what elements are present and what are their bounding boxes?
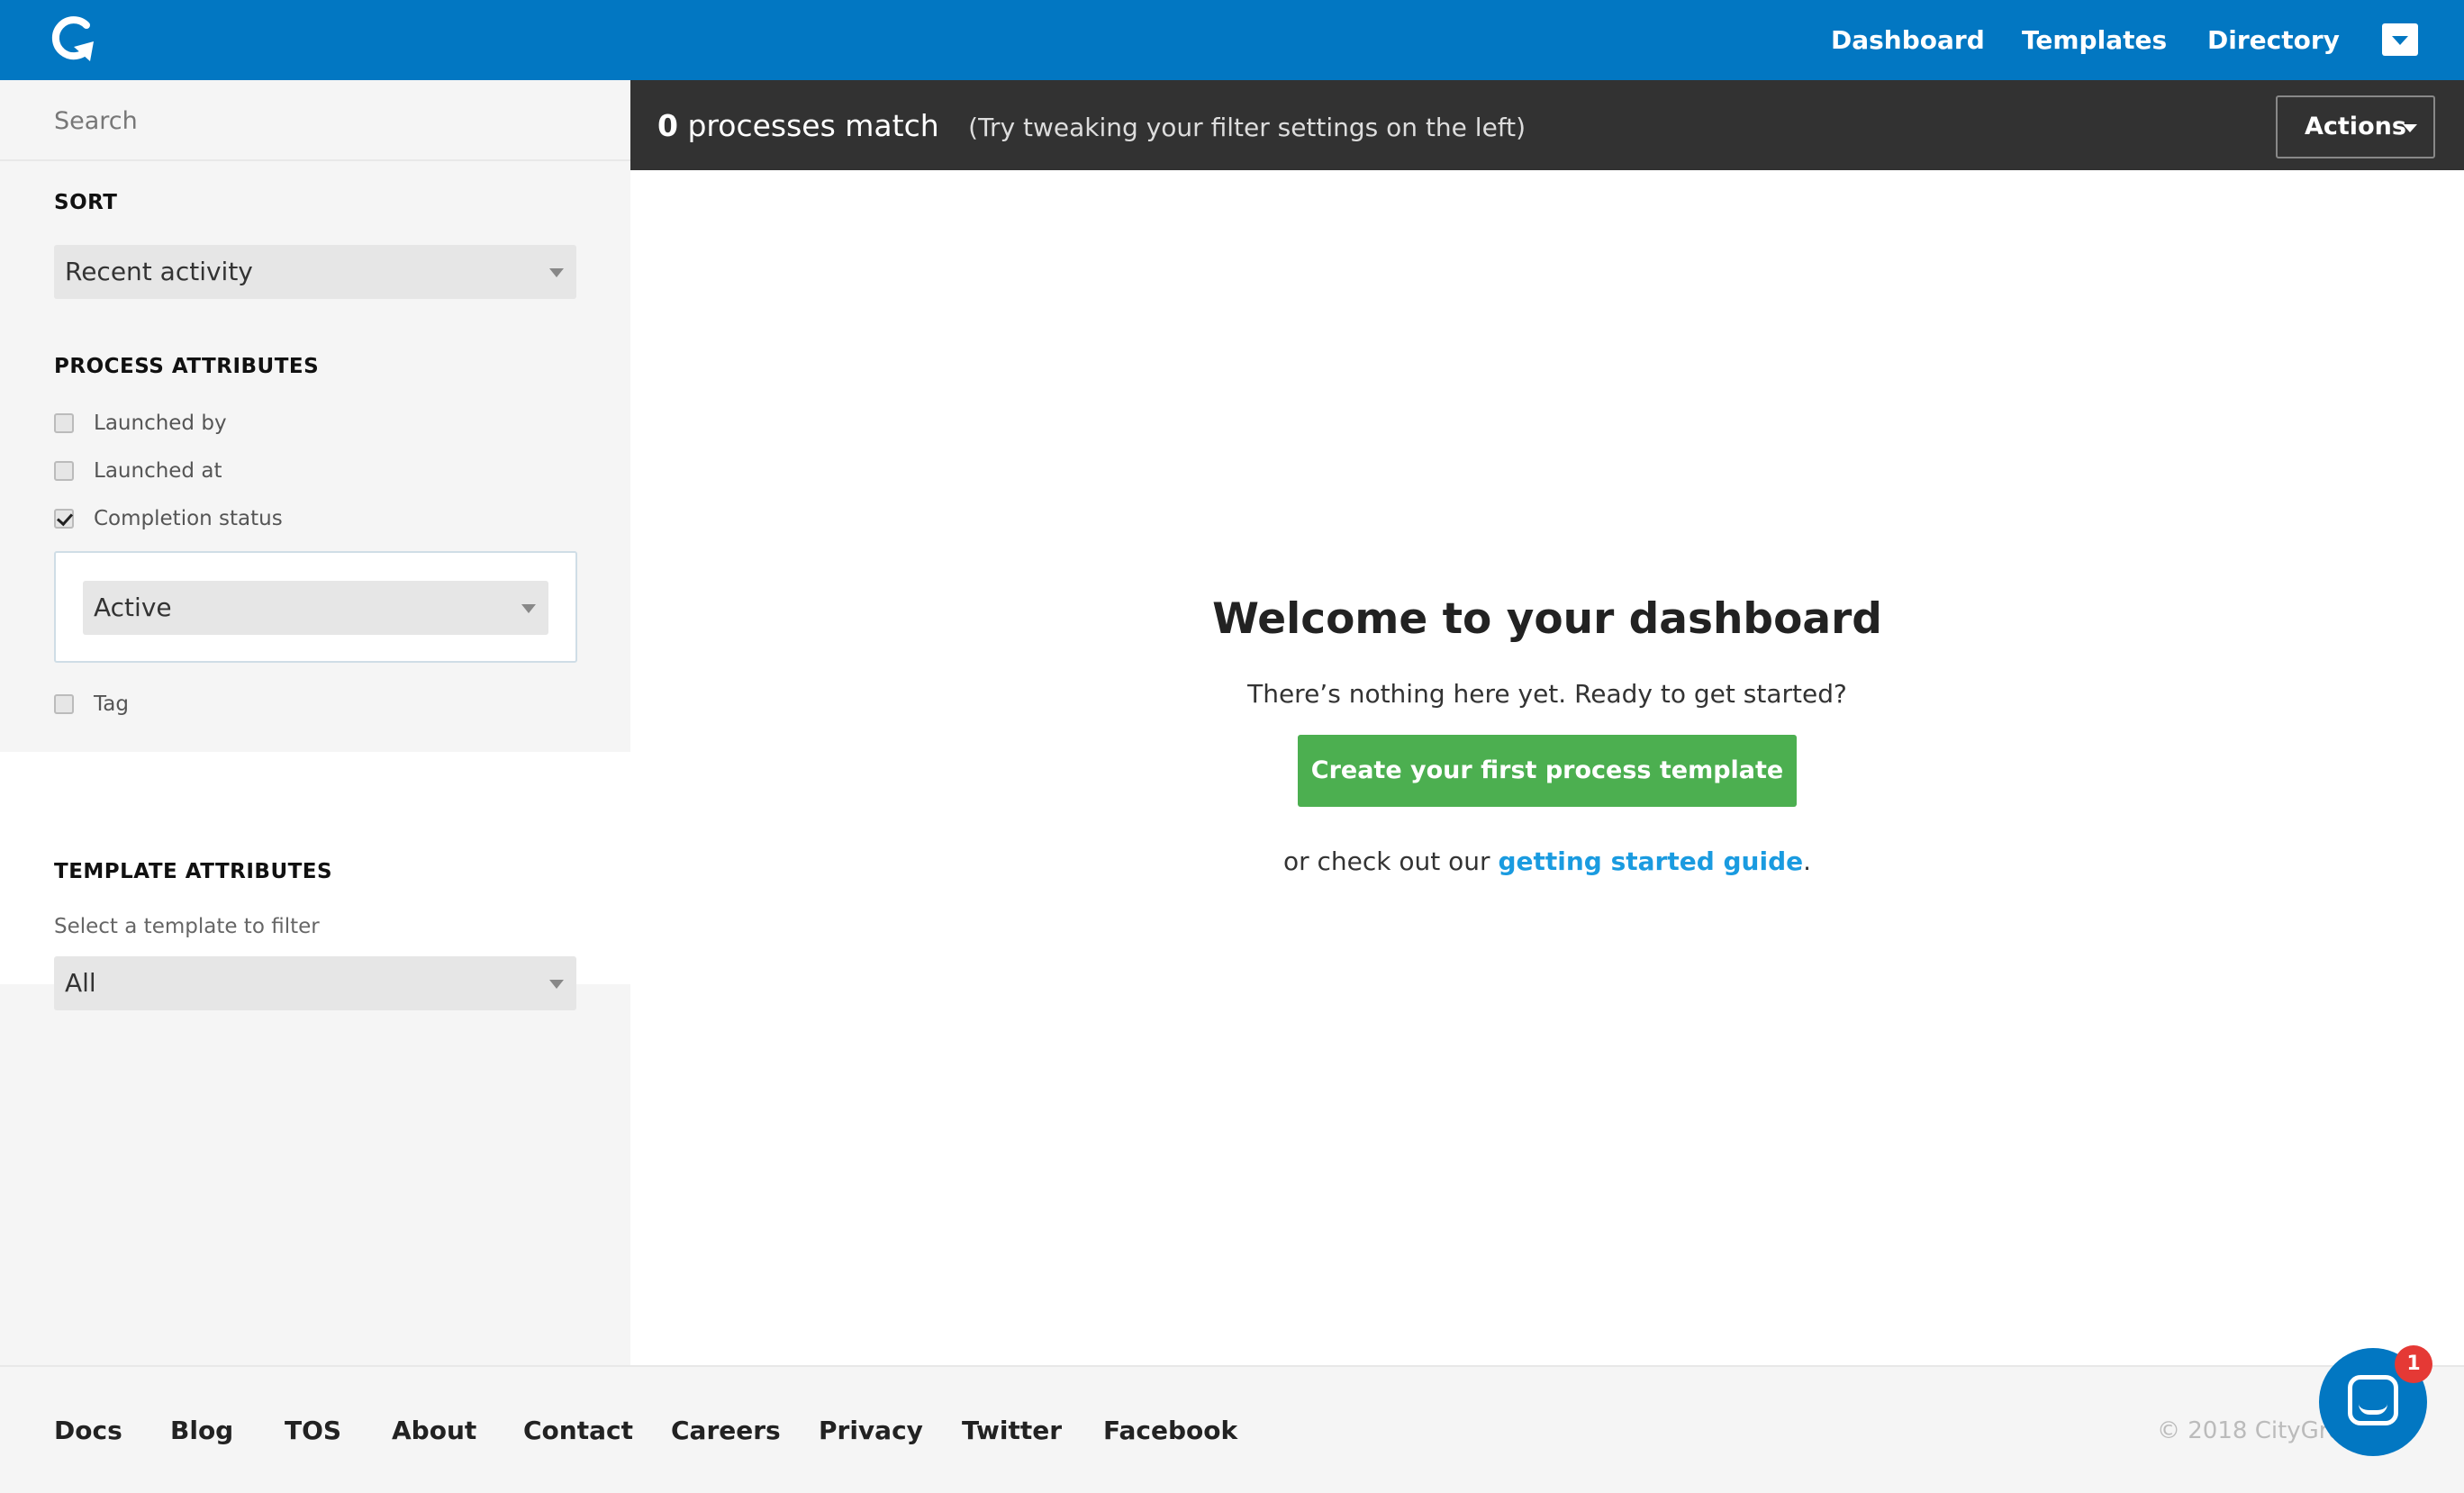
checkbox-label: Tag [94, 692, 129, 716]
process-attributes-heading: PROCESS ATTRIBUTES [54, 355, 320, 378]
footer-link-tos[interactable]: TOS [285, 1367, 341, 1493]
actions-button[interactable]: Actions [2276, 95, 2435, 158]
results-header: 0 processes match (Try tweaking your fil… [630, 80, 2464, 170]
template-select[interactable]: All [54, 956, 576, 1010]
top-navbar: Dashboard Templates Directory [0, 0, 2464, 80]
sort-select-value: Recent activity [65, 257, 253, 286]
footer-link-privacy[interactable]: Privacy [819, 1367, 923, 1493]
welcome-subtitle: There’s nothing here yet. Ready to get s… [1247, 679, 1847, 709]
filter-tip: (Try tweaking your filter settings on th… [968, 113, 1526, 142]
nav-dashboard-link[interactable]: Dashboard [1831, 0, 1985, 80]
footer-link-careers[interactable]: Careers [671, 1367, 781, 1493]
footer: Docs Blog TOS About Contact Careers Priv… [0, 1365, 2464, 1493]
sort-select[interactable]: Recent activity [54, 245, 576, 299]
actions-label: Actions [2305, 113, 2406, 140]
welcome-title: Welcome to your dashboard [1212, 594, 1882, 644]
footer-link-twitter[interactable]: Twitter [962, 1367, 1062, 1493]
guide-suffix: . [1803, 846, 1812, 876]
match-text: processes match [687, 108, 939, 143]
nav-templates-link[interactable]: Templates [2022, 0, 2167, 80]
checkbox-label: Completion status [94, 507, 283, 530]
copyright-text: © 2018 CityGro [2157, 1417, 2342, 1444]
app-logo-icon[interactable] [47, 13, 101, 67]
completion-status-panel: Active [54, 551, 577, 663]
template-attributes-section: TEMPLATE ATTRIBUTES Select a template to… [0, 752, 630, 1010]
filter-sidebar: SORT Recent activity PROCESS ATTRIBUTES … [0, 80, 630, 1365]
template-filter-hint: Select a template to filter [54, 915, 320, 938]
template-select-value: All [65, 968, 96, 998]
footer-link-facebook[interactable]: Facebook [1103, 1367, 1237, 1493]
footer-link-about[interactable]: About [392, 1367, 476, 1493]
match-summary: 0 processes match (Try tweaking your fil… [657, 80, 1526, 174]
caret-down-icon [2403, 124, 2417, 132]
chevron-down-icon [521, 604, 536, 613]
match-count: 0 [657, 108, 678, 143]
getting-started-guide-link[interactable]: getting started guide [1498, 846, 1803, 876]
chat-icon [2348, 1375, 2398, 1425]
chevron-down-icon [549, 980, 564, 989]
checkbox-label: Launched by [94, 412, 227, 435]
footer-link-contact[interactable]: Contact [523, 1367, 633, 1493]
footer-link-docs[interactable]: Docs [54, 1367, 122, 1493]
checkbox[interactable] [54, 413, 74, 433]
checkbox-label: Launched at [94, 459, 222, 483]
guide-text: or check out our getting started guide. [630, 846, 2464, 876]
sort-heading: SORT [54, 191, 118, 214]
checkbox[interactable] [54, 461, 74, 481]
completion-status-value: Active [94, 593, 172, 622]
template-attributes-heading: TEMPLATE ATTRIBUTES [54, 860, 333, 883]
chevron-down-icon [549, 268, 564, 277]
welcome-panel: Welcome to your dashboard There’s nothin… [630, 585, 2464, 876]
search-input[interactable] [54, 98, 594, 143]
create-template-button[interactable]: Create your first process template [1298, 735, 1797, 807]
guide-prefix: or check out our [1282, 846, 1499, 876]
checkbox[interactable] [54, 694, 74, 714]
completion-status-select[interactable]: Active [83, 581, 548, 635]
chat-notification-badge: 1 [2395, 1345, 2432, 1383]
search-box [0, 80, 630, 161]
nav-directory-link[interactable]: Directory [2207, 0, 2340, 80]
caret-down-icon [2392, 36, 2408, 45]
footer-link-blog[interactable]: Blog [170, 1367, 233, 1493]
user-menu-button[interactable] [2382, 23, 2418, 56]
checkbox-checked[interactable] [54, 509, 74, 529]
